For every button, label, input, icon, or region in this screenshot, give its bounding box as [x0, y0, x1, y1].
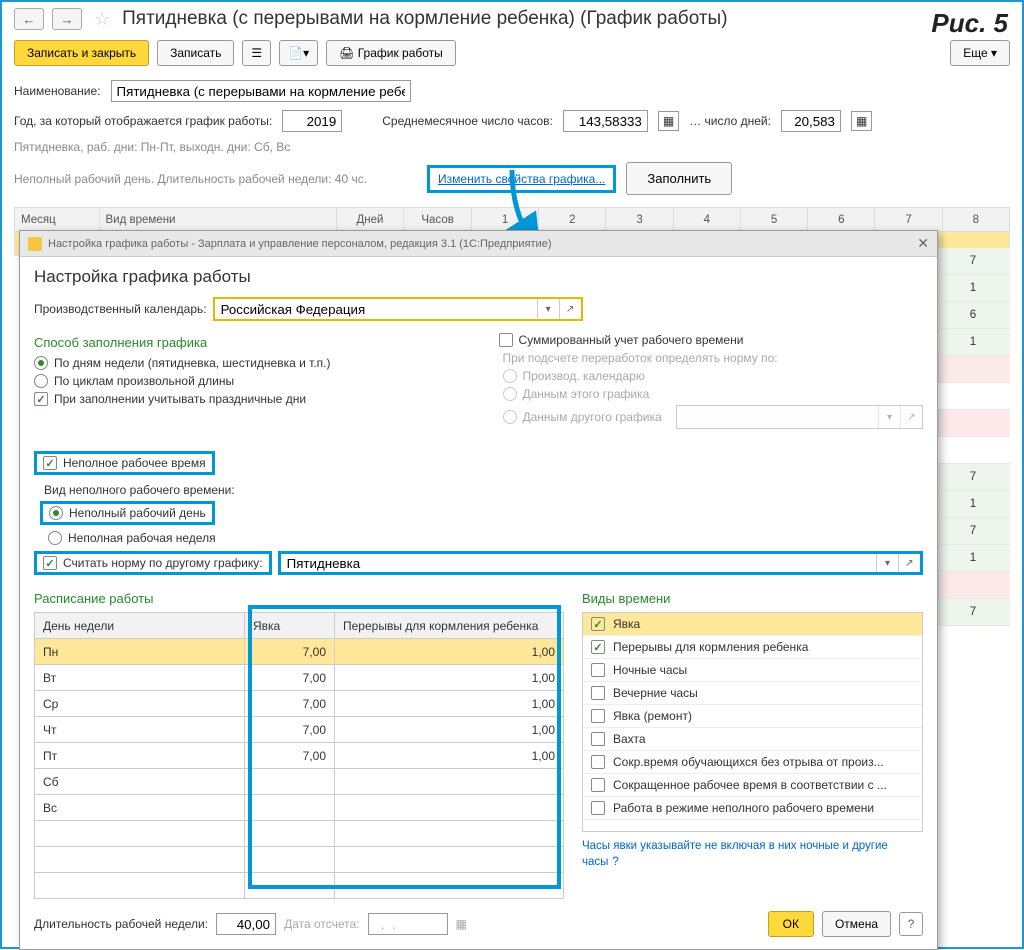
schedule-heading: Расписание работы — [34, 591, 564, 606]
table-row[interactable]: Чт7,001,00 — [35, 717, 564, 743]
dialog-title: Настройка графика работы - Зарплата и уп… — [48, 238, 552, 250]
list-item[interactable]: Сокращенное рабочее время в соответствии… — [583, 774, 922, 797]
start-date-input — [368, 913, 448, 935]
check-sum-account[interactable] — [499, 333, 513, 347]
checkbox[interactable] — [591, 755, 605, 769]
norm-schedule-select[interactable] — [281, 554, 876, 572]
help-button[interactable]: ? — [899, 912, 923, 936]
list-item[interactable]: Перерывы для кормления ребенка — [583, 636, 922, 659]
calendar-peek: 716171717 — [936, 248, 1010, 626]
checkbox[interactable] — [591, 640, 605, 654]
table-row[interactable]: Пн7,001,00 — [35, 639, 564, 665]
chevron-down-icon[interactable]: ▾ — [537, 299, 559, 319]
parttime-kind-label: Вид неполного рабочего времени: — [44, 483, 923, 497]
schedule-settings-dialog: Настройка графика работы - Зарплата и уп… — [19, 230, 938, 950]
types-heading: Виды времени — [582, 591, 923, 606]
checkbox[interactable] — [591, 617, 605, 631]
ok-button[interactable]: ОК — [768, 911, 814, 937]
list-item[interactable]: Работа в режиме неполного рабочего време… — [583, 797, 922, 820]
table-row[interactable]: Сб — [35, 769, 564, 795]
radio-weekdays[interactable] — [34, 356, 48, 370]
week-length-label: Длительность рабочей недели: — [34, 917, 208, 931]
radio-cycles[interactable] — [34, 374, 48, 388]
table-row[interactable]: Вт7,001,00 — [35, 665, 564, 691]
checkbox[interactable] — [591, 709, 605, 723]
chevron-down-icon[interactable]: ▾ — [876, 554, 898, 572]
checkbox[interactable] — [591, 778, 605, 792]
checkbox[interactable] — [591, 686, 605, 700]
checkbox[interactable] — [591, 732, 605, 746]
calendar-label: Производственный календарь: — [34, 302, 207, 316]
schedule-table[interactable]: День недели Явка Перерывы для кормления … — [34, 612, 564, 899]
check-parttime[interactable] — [43, 456, 57, 470]
table-row[interactable]: Ср7,001,00 — [35, 691, 564, 717]
time-types-list[interactable]: ЯвкаПерерывы для кормления ребенкаНочные… — [582, 612, 923, 832]
list-item[interactable]: Явка — [583, 613, 922, 636]
dialog-heading: Настройка графика работы — [34, 267, 923, 287]
radio-part-week[interactable] — [48, 531, 62, 545]
table-row[interactable]: Пт7,001,00 — [35, 743, 564, 769]
calendar-icon: ▦ — [456, 917, 467, 931]
week-length-input[interactable] — [216, 913, 276, 935]
checkbox[interactable] — [591, 663, 605, 677]
check-holidays[interactable] — [34, 392, 48, 406]
close-icon[interactable]: ✕ — [917, 235, 929, 252]
figure-label: Рис. 5 — [931, 8, 1008, 39]
radio-part-day[interactable] — [49, 506, 63, 520]
cancel-button[interactable]: Отмена — [822, 911, 891, 937]
open-icon[interactable]: ↗ — [559, 299, 581, 319]
list-item[interactable]: Явка (ремонт) — [583, 705, 922, 728]
start-date-label: Дата отсчета: — [284, 917, 359, 931]
list-item[interactable]: Сокр.время обучающихся без отрыва от про… — [583, 751, 922, 774]
check-norm-other[interactable] — [43, 556, 57, 570]
app-icon — [28, 237, 42, 251]
more-button[interactable]: Еще — [950, 40, 1010, 66]
help-icon[interactable]: ? — [612, 856, 618, 868]
list-item[interactable]: Вечерние часы — [583, 682, 922, 705]
list-item[interactable]: Ночные часы — [583, 659, 922, 682]
calendar-select[interactable] — [215, 299, 537, 319]
types-note: Часы явки указывайте не включая в них но… — [582, 838, 923, 870]
checkbox[interactable] — [591, 801, 605, 815]
table-row[interactable]: Вс — [35, 795, 564, 821]
open-icon[interactable]: ↗ — [898, 554, 920, 572]
list-item[interactable]: Вахта — [583, 728, 922, 751]
fill-method-heading: Способ заполнения графика — [34, 335, 459, 350]
